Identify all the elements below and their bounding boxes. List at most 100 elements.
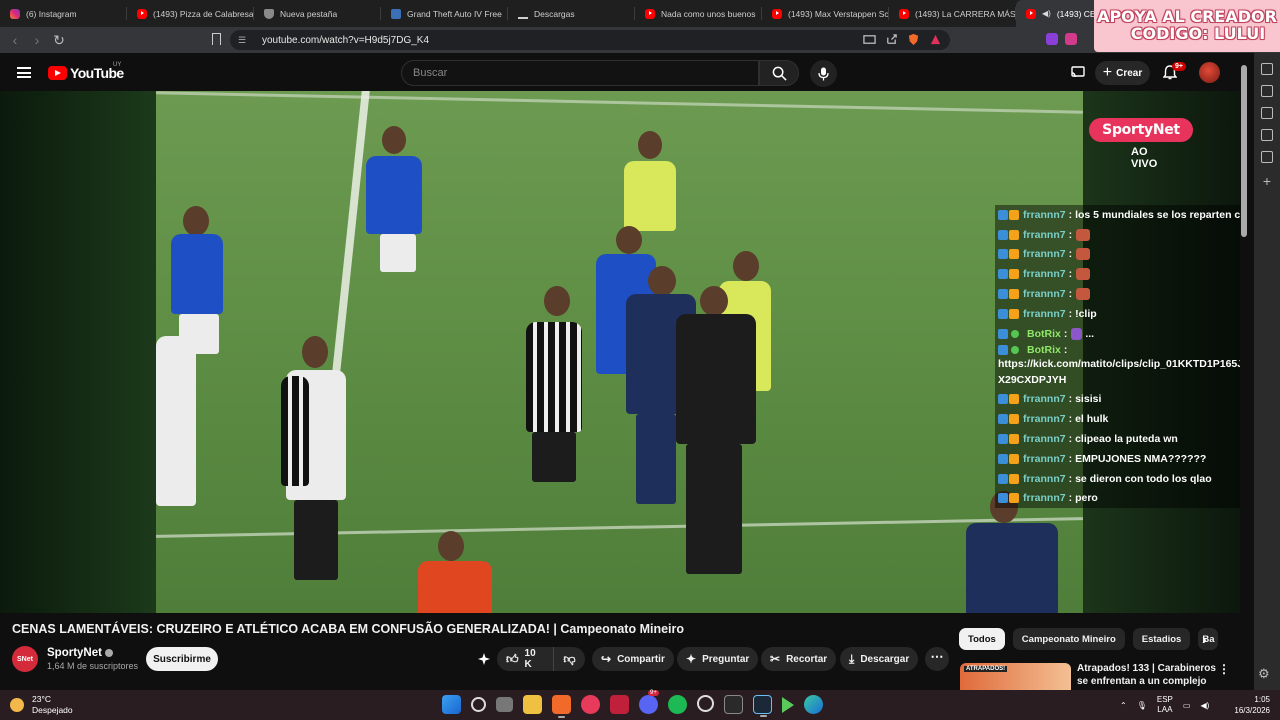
badge-icon <box>998 328 1008 339</box>
page-scrollbar[interactable] <box>1241 65 1247 237</box>
badge-icon <box>998 344 1008 355</box>
add-panel-icon[interactable]: + <box>1263 173 1271 189</box>
browser-tab[interactable]: Descargas <box>508 0 635 27</box>
emote-icon <box>1076 228 1091 241</box>
reading-list-icon[interactable] <box>1261 85 1273 97</box>
app-icon[interactable] <box>610 695 629 714</box>
share-icon: ↪ <box>601 652 612 666</box>
extension-icon[interactable] <box>1065 33 1077 45</box>
extensions-row <box>1046 33 1077 45</box>
cast-icon[interactable] <box>1071 65 1085 79</box>
volume-icon[interactable]: ◀) <box>1200 701 1209 710</box>
github-icon[interactable] <box>697 695 714 712</box>
chip-estadios[interactable]: Estadios <box>1132 628 1191 650</box>
sparkle-icon <box>478 653 490 665</box>
voice-search-button[interactable] <box>810 60 837 87</box>
dislike-button[interactable]: 👎︎ <box>553 647 585 671</box>
network-icon[interactable]: ▭ <box>1183 701 1191 710</box>
recommendation-thumbnail[interactable]: ATRAPADOS! <box>960 663 1071 690</box>
browser-tab[interactable]: Nada como unos buenos <box>635 0 762 27</box>
badge-icon <box>998 434 1008 445</box>
browser-tab[interactable]: (1493) Max Verstappen Sc <box>762 0 889 27</box>
emote-icon <box>1071 327 1083 340</box>
discord-icon[interactable]: 9+ <box>639 690 659 714</box>
chat-message: BotRix: https://kick.com/matito/clips/cli… <box>995 343 1240 390</box>
site-info-icon[interactable]: ☰ <box>238 35 250 46</box>
youtube-logo[interactable]: YouTube UY <box>48 62 124 81</box>
share-page-icon[interactable] <box>885 33 898 46</box>
back-icon[interactable]: ‹ <box>4 32 26 48</box>
shield-icon <box>264 8 274 19</box>
task-view-icon[interactable] <box>496 697 513 712</box>
url-text[interactable]: youtube.com/watch?v=H9d5j7DG_K4 <box>262 35 429 46</box>
chevron-up-icon[interactable]: ⌃ <box>1120 701 1127 710</box>
chip-todos[interactable]: Todos <box>959 628 1005 650</box>
kebab-menu-icon[interactable]: ⋮ <box>1218 662 1230 676</box>
history-icon[interactable] <box>1261 151 1273 163</box>
chip-campeonato-mineiro[interactable]: Campeonato Mineiro <box>1012 628 1125 650</box>
file-explorer-icon[interactable] <box>523 695 542 714</box>
extension-icon[interactable] <box>1046 33 1058 45</box>
address-bar[interactable]: ☰ youtube.com/watch?v=H9d5j7DG_K4 <box>230 30 950 50</box>
gear-icon[interactable]: ⚙ <box>1258 666 1270 682</box>
microphone-icon[interactable]: 🎙︎ <box>1137 701 1147 710</box>
channel-name[interactable]: SportyNet <box>47 647 113 659</box>
weather-widget[interactable]: 23°C Despejado <box>10 694 73 716</box>
reload-icon[interactable]: ↻ <box>48 32 70 49</box>
browser-tab[interactable]: Nueva pestaña <box>254 0 381 27</box>
screen-icon[interactable] <box>863 33 876 46</box>
like-button[interactable]: 👍︎ 10 K <box>497 647 553 671</box>
channel-avatar[interactable]: SNet <box>12 646 38 672</box>
pitch-line <box>156 91 1083 114</box>
gta-icon <box>391 8 401 19</box>
badge-icon <box>1009 249 1019 260</box>
brave-rewards-icon[interactable] <box>929 33 942 46</box>
brave-browser-icon[interactable] <box>552 695 571 718</box>
chevron-right-icon[interactable]: › <box>1202 631 1207 647</box>
windows-start-icon[interactable] <box>442 695 461 714</box>
forward-icon[interactable]: › <box>26 32 48 48</box>
windows-taskbar: 23°C Despejado 9+ ⌃ 🎙︎ ESP LAA ▭ ◀) 1:05 16… <box>0 690 1280 720</box>
user-avatar[interactable] <box>1199 62 1220 83</box>
wallet-icon[interactable] <box>1261 107 1273 119</box>
play-icon[interactable] <box>782 697 794 713</box>
verified-icon <box>104 649 113 657</box>
clip-button[interactable]: ✂ Recortar <box>761 647 837 671</box>
chat-message: BotRix:... <box>995 323 1240 344</box>
menu-icon[interactable] <box>17 67 31 78</box>
brave-shield-icon[interactable] <box>907 33 920 46</box>
browser-tab[interactable]: (1493) Pizza de Calabresa <box>127 0 254 27</box>
bookmarks-icon[interactable] <box>1261 129 1273 141</box>
chat-message: frrannn7: <box>995 264 1240 285</box>
ask-button[interactable]: ✦ Preguntar <box>677 647 759 671</box>
create-button[interactable]: + Crear <box>1095 61 1150 85</box>
search-button[interactable] <box>759 60 799 86</box>
edge-icon[interactable] <box>804 695 823 714</box>
bookmark-icon[interactable] <box>212 33 221 45</box>
search-input[interactable]: Buscar <box>401 60 759 86</box>
browser-tab[interactable]: (1493) La CARRERA MÁS <box>889 0 1016 27</box>
badge-icon <box>998 308 1008 319</box>
share-button[interactable]: ↪ Compartir <box>592 647 674 671</box>
browser-tab[interactable]: Grand Theft Auto IV Free <box>381 0 508 27</box>
subscribe-button[interactable]: Suscribirme <box>146 647 218 671</box>
sparkle-button[interactable] <box>472 647 496 671</box>
badge-icon <box>1009 414 1019 425</box>
video-frame[interactable]: SportyNet AO VIVO <box>156 91 1193 613</box>
clock[interactable]: 1:05 16/3/2026 <box>1226 694 1270 716</box>
download-button[interactable]: ⤓ Descargar <box>840 647 919 671</box>
media-player-icon[interactable] <box>581 695 600 714</box>
language-indicator[interactable]: ESP LAA <box>1157 695 1173 715</box>
badge-icon <box>1009 269 1019 280</box>
search-icon[interactable] <box>471 697 486 712</box>
more-actions-button[interactable]: ⋯ <box>925 647 949 671</box>
video-player[interactable]: SportyNet AO VIVO frrannn7: los 5 mundial… <box>0 91 1240 613</box>
spotify-icon[interactable] <box>668 695 687 714</box>
browser-tab[interactable]: (6) Instagram <box>0 0 127 27</box>
extension-sidebar-icon[interactable] <box>1261 63 1273 75</box>
epic-games-icon[interactable] <box>724 695 743 714</box>
browser-toolbar: ‹ › ↻ ☰ youtube.com/watch?v=H9d5j7DG_K4 <box>0 27 1280 53</box>
video-ambient-left <box>0 91 156 613</box>
emote-icon <box>1076 268 1091 281</box>
steam-icon[interactable] <box>753 695 772 717</box>
